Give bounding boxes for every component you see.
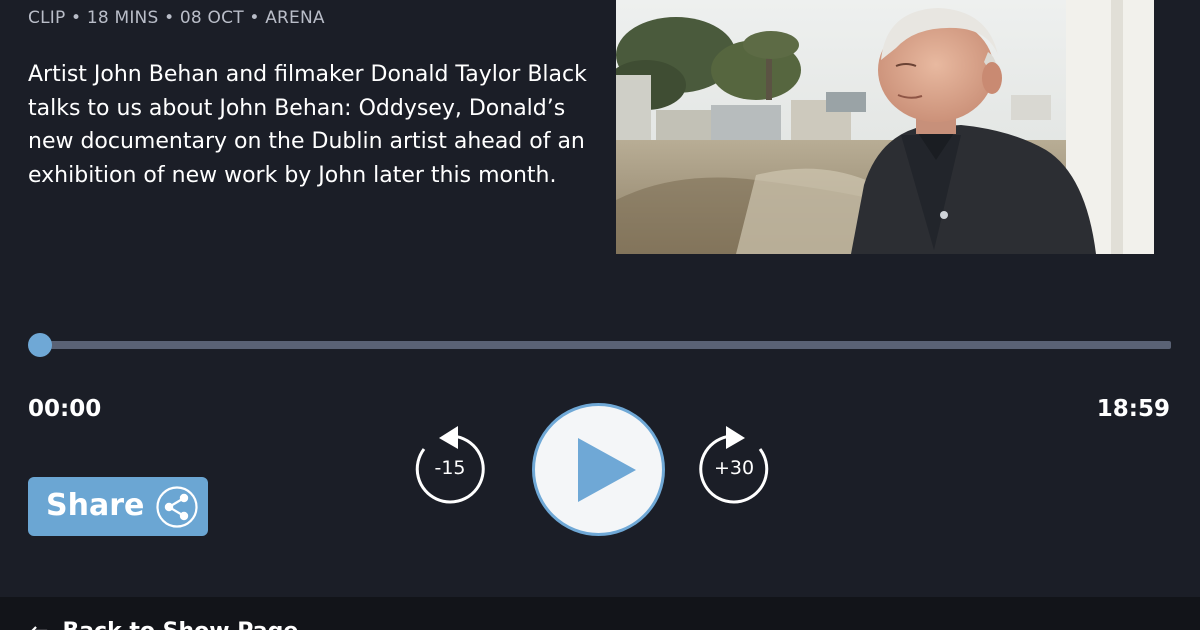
- footer-bar: ← Back to Show Page: [0, 597, 1200, 630]
- skip-forward-label: +30: [713, 457, 755, 479]
- episode-description: Artist John Behan and filmaker Donald Ta…: [28, 62, 587, 188]
- progress-bar[interactable]: [40, 341, 1171, 349]
- play-icon: [578, 438, 636, 502]
- arrow-left-icon: ←: [30, 619, 48, 630]
- current-time: 00:00: [28, 396, 102, 422]
- skip-back-label: -15: [434, 457, 466, 479]
- skip-back-button[interactable]: -15: [410, 425, 490, 505]
- share-label: Share: [46, 488, 145, 523]
- play-button[interactable]: [532, 403, 665, 536]
- progress-handle[interactable]: [28, 333, 52, 357]
- episode-thumbnail: [616, 0, 1154, 254]
- episode-meta: CLIP • 18 MINS • 08 OCT • ARENA: [28, 8, 325, 28]
- share-icon: [155, 486, 199, 532]
- back-to-show-link[interactable]: ← Back to Show Page: [30, 619, 298, 630]
- total-time: 18:59: [1096, 396, 1170, 422]
- podcast-player-page: CLIP • 18 MINS • 08 OCT • ARENA Artist J…: [0, 0, 1200, 630]
- skip-forward-button[interactable]: +30: [694, 425, 774, 505]
- back-link-label: Back to Show Page: [62, 619, 298, 630]
